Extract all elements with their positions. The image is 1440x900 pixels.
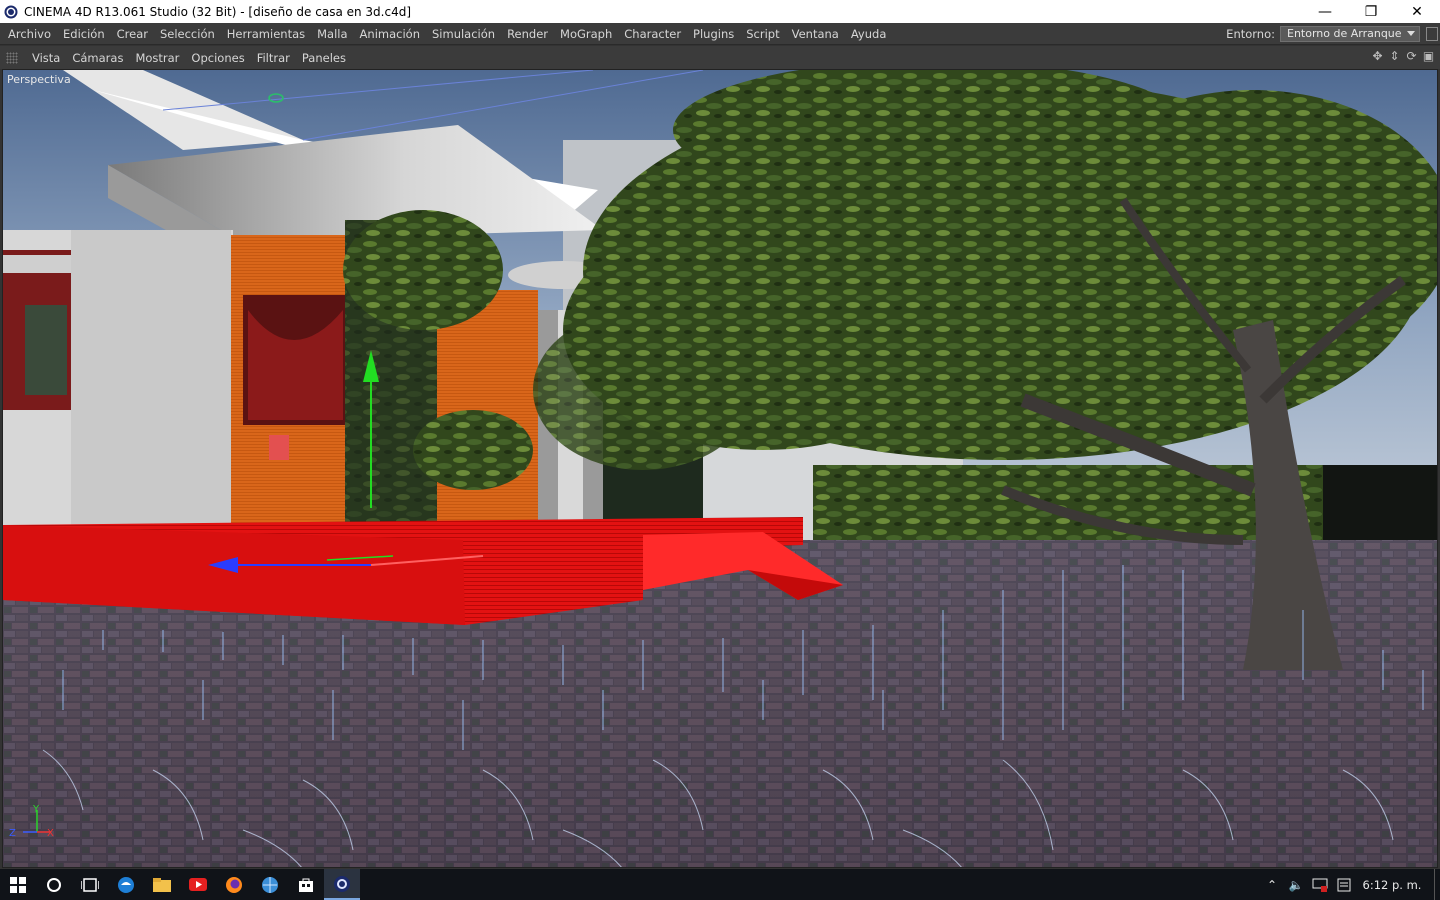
- title-bar: CINEMA 4D R13.061 Studio (32 Bit) - [dis…: [0, 0, 1440, 23]
- menu-character[interactable]: Character: [618, 23, 687, 45]
- move-view-icon[interactable]: ✥: [1370, 49, 1385, 64]
- axis-x-label: X: [47, 828, 54, 839]
- chevron-down-icon: [1407, 31, 1415, 36]
- viewport-menu-opciones[interactable]: Opciones: [185, 51, 250, 65]
- axis-z-label: Z: [9, 828, 16, 839]
- cinema4d-icon[interactable]: [324, 869, 360, 900]
- file-explorer-icon[interactable]: [144, 869, 180, 900]
- menu-ayuda[interactable]: Ayuda: [845, 23, 893, 45]
- viewport-menu-camaras[interactable]: Cámaras: [66, 51, 129, 65]
- environment-dropdown[interactable]: Entorno de Arranque: [1280, 26, 1420, 42]
- viewport-menu-filtrar[interactable]: Filtrar: [251, 51, 296, 65]
- axis-y-label: Y: [33, 804, 40, 815]
- menu-herramientas[interactable]: Herramientas: [221, 23, 311, 45]
- show-desktop-button[interactable]: [1434, 869, 1440, 900]
- edge-icon[interactable]: [108, 869, 144, 900]
- maximize-button[interactable]: ❐: [1348, 0, 1394, 23]
- menu-mograph[interactable]: MoGraph: [554, 23, 618, 45]
- chevron-up-icon[interactable]: ⌃: [1260, 869, 1284, 900]
- windows-taskbar: ⌃ 🔈 6:12 p. m.: [0, 869, 1440, 900]
- perspective-viewport[interactable]: Perspectiva Y Z X: [2, 69, 1438, 868]
- rotate-view-icon[interactable]: ⟳: [1404, 49, 1419, 64]
- environment-selector: Entorno: Entorno de Arranque: [1226, 23, 1420, 45]
- system-tray: ⌃ 🔈 6:12 p. m.: [1260, 869, 1440, 900]
- menu-script[interactable]: Script: [740, 23, 785, 45]
- firefox-icon[interactable]: [216, 869, 252, 900]
- menu-seleccion[interactable]: Selección: [154, 23, 221, 45]
- network-icon[interactable]: [1308, 869, 1332, 900]
- main-menu-bar: Archivo Edición Crear Selección Herramie…: [0, 23, 1440, 45]
- toggle-panel-icon[interactable]: ▣: [1421, 49, 1436, 64]
- internet-icon[interactable]: [252, 869, 288, 900]
- notification-icon[interactable]: [1332, 869, 1356, 900]
- environment-value: Entorno de Arranque: [1287, 27, 1402, 40]
- task-view-icon[interactable]: [72, 869, 108, 900]
- windows-start-icon[interactable]: [0, 869, 36, 900]
- minimize-button[interactable]: —: [1302, 0, 1348, 23]
- store-icon[interactable]: [288, 869, 324, 900]
- search-icon[interactable]: [36, 869, 72, 900]
- menu-archivo[interactable]: Archivo: [0, 23, 57, 45]
- menu-malla[interactable]: Malla: [311, 23, 353, 45]
- taskbar-clock[interactable]: 6:12 p. m.: [1356, 878, 1428, 892]
- menu-crear[interactable]: Crear: [111, 23, 154, 45]
- viewport-menu-paneles[interactable]: Paneles: [296, 51, 352, 65]
- window-title: CINEMA 4D R13.061 Studio (32 Bit) - [dis…: [24, 4, 412, 19]
- viewport-menu-vista[interactable]: Vista: [26, 51, 66, 65]
- viewport-menu-bar: Vista Cámaras Mostrar Opciones Filtrar P…: [0, 46, 1440, 69]
- menu-render[interactable]: Render: [501, 23, 554, 45]
- scene-render: [3, 70, 1437, 867]
- menu-animacion[interactable]: Animación: [354, 23, 426, 45]
- viewport-label: Perspectiva: [7, 73, 71, 86]
- youtube-icon[interactable]: [180, 869, 216, 900]
- cinema4d-app-icon: [4, 5, 18, 18]
- menu-edicion[interactable]: Edición: [57, 23, 111, 45]
- volume-icon[interactable]: 🔈: [1284, 869, 1308, 900]
- close-button[interactable]: ✕: [1394, 0, 1440, 23]
- environment-label: Entorno:: [1226, 27, 1275, 41]
- menu-ventana[interactable]: Ventana: [786, 23, 845, 45]
- menu-simulacion[interactable]: Simulación: [426, 23, 501, 45]
- layout-toggle-icon[interactable]: [1426, 27, 1438, 41]
- dolly-view-icon[interactable]: ⇕: [1387, 49, 1402, 64]
- grip-handle-icon[interactable]: [6, 51, 18, 64]
- menu-plugins[interactable]: Plugins: [687, 23, 740, 45]
- viewport-menu-mostrar[interactable]: Mostrar: [129, 51, 185, 65]
